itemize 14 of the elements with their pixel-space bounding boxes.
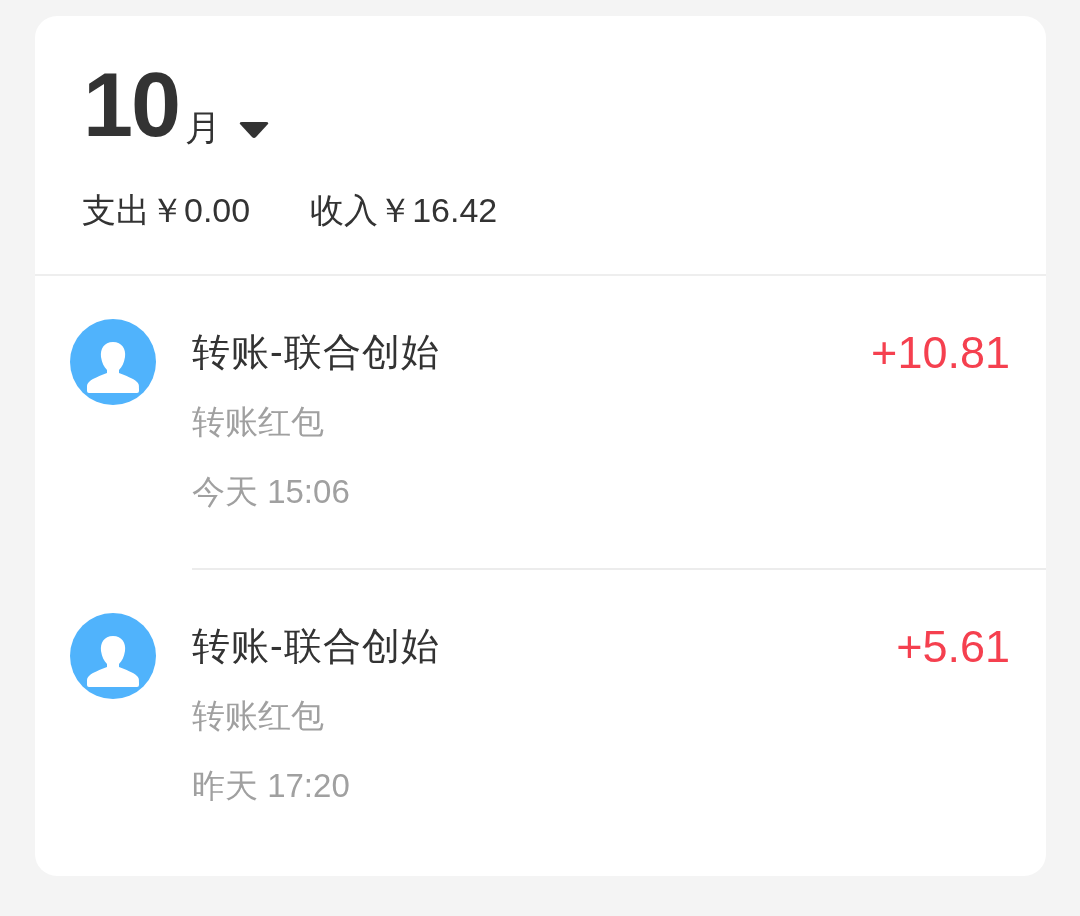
caret-icon [239,122,270,138]
transaction-title: 转账-联合创始 [192,330,440,374]
transaction-type: 转账红包 [192,696,325,736]
month-picker[interactable]: 10 月 [83,60,270,150]
avatar-icon [70,319,156,405]
transaction-amount: +10.81 [871,327,1010,379]
summary-total: 支出￥0.00 [82,190,251,231]
transaction-type: 转账红包 [192,402,325,442]
transaction-title: 转账-联合创始 [192,624,440,668]
transaction-amount: +5.61 [896,621,1010,673]
transaction-time: 今天 15:06 [192,472,351,512]
summary-total: 收入￥16.42 [310,190,498,231]
transaction-time: 昨天 17:20 [192,766,351,806]
avatar-icon [70,613,156,699]
